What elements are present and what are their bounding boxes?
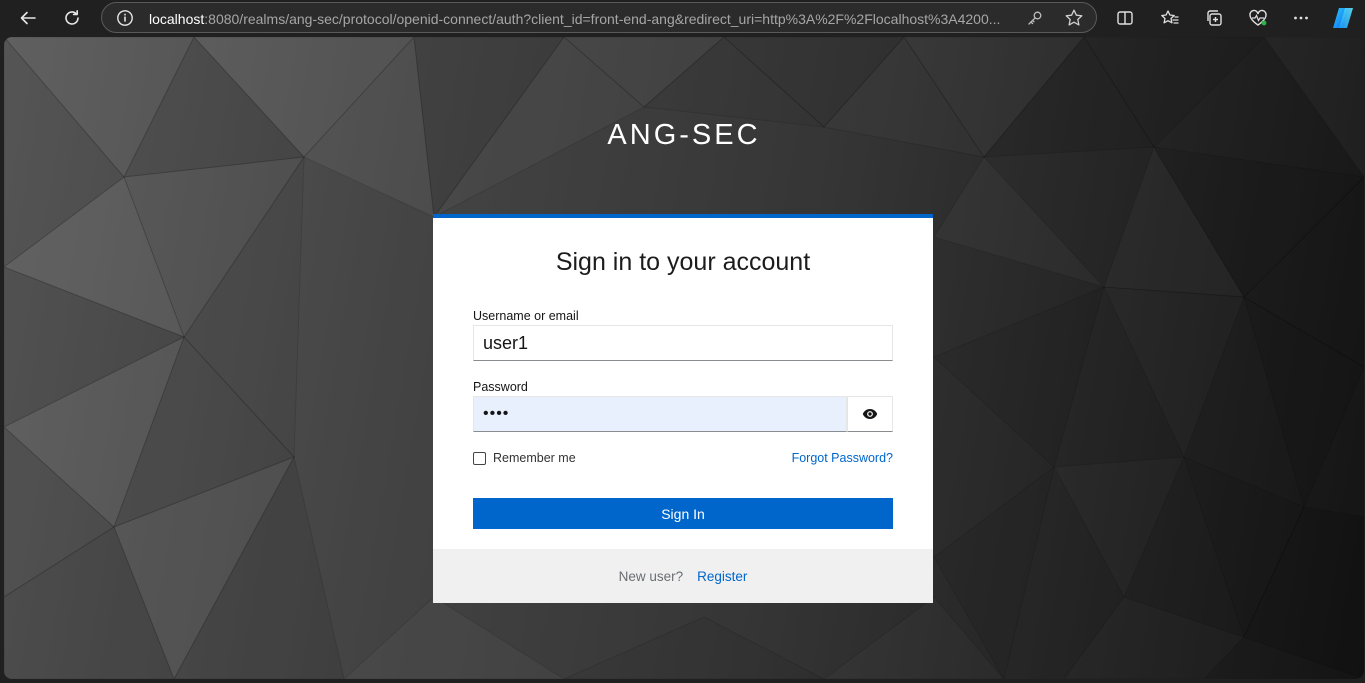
- username-field[interactable]: [473, 325, 893, 361]
- sign-in-button[interactable]: Sign In: [473, 498, 893, 529]
- remember-me-label: Remember me: [493, 451, 576, 465]
- copilot-icon[interactable]: [1330, 5, 1356, 31]
- registration-footer: New user? Register: [433, 549, 933, 603]
- username-input[interactable]: [474, 326, 892, 360]
- more-dots-icon: [1294, 16, 1308, 20]
- collections-icon: [1207, 10, 1222, 26]
- favorites-button[interactable]: [1155, 4, 1185, 32]
- show-password-button[interactable]: [847, 396, 893, 432]
- split-screen-icon: [1117, 11, 1133, 25]
- collections-button[interactable]: [1199, 4, 1229, 32]
- more-options-button[interactable]: [1286, 4, 1316, 32]
- password-key-icon[interactable]: [1026, 9, 1044, 27]
- split-screen-button[interactable]: [1110, 4, 1140, 32]
- url-path: :8080/realms/ang-sec/protocol/openid-con…: [204, 11, 1001, 27]
- login-heading: Sign in to your account: [555, 248, 811, 276]
- site-info-icon[interactable]: [116, 9, 134, 27]
- eye-icon: [862, 409, 878, 419]
- realm-title: ANG-SEC: [607, 119, 761, 151]
- page-viewport: ANG-SEC Sign in to your account Username…: [4, 37, 1364, 679]
- register-link[interactable]: Register: [697, 569, 747, 584]
- favorite-star-icon[interactable]: [1064, 8, 1084, 28]
- back-arrow-icon: [20, 11, 36, 25]
- browser-essentials-button[interactable]: [1243, 4, 1273, 32]
- favorites-list-icon: [1161, 10, 1179, 24]
- back-button[interactable]: [13, 4, 43, 32]
- remember-me[interactable]: Remember me: [473, 451, 576, 465]
- remember-me-checkbox[interactable]: [473, 451, 486, 465]
- login-card: Sign in to your account Username or emai…: [433, 214, 933, 603]
- reload-button[interactable]: [57, 4, 87, 32]
- heart-pulse-icon: [1249, 9, 1267, 26]
- password-field[interactable]: [473, 396, 847, 432]
- forgot-password-link[interactable]: Forgot Password?: [792, 451, 893, 465]
- password-label: Password: [473, 380, 528, 394]
- username-label: Username or email: [473, 309, 579, 323]
- password-input[interactable]: [474, 397, 846, 431]
- url-host: localhost: [149, 11, 205, 27]
- url-text[interactable]: localhost:8080/realms/ang-sec/protocol/o…: [149, 10, 1015, 28]
- new-user-text: New user?: [618, 568, 684, 584]
- browser-toolbar: localhost:8080/realms/ang-sec/protocol/o…: [0, 0, 1365, 36]
- reload-icon: [65, 10, 79, 25]
- address-bar[interactable]: localhost:8080/realms/ang-sec/protocol/o…: [101, 2, 1097, 33]
